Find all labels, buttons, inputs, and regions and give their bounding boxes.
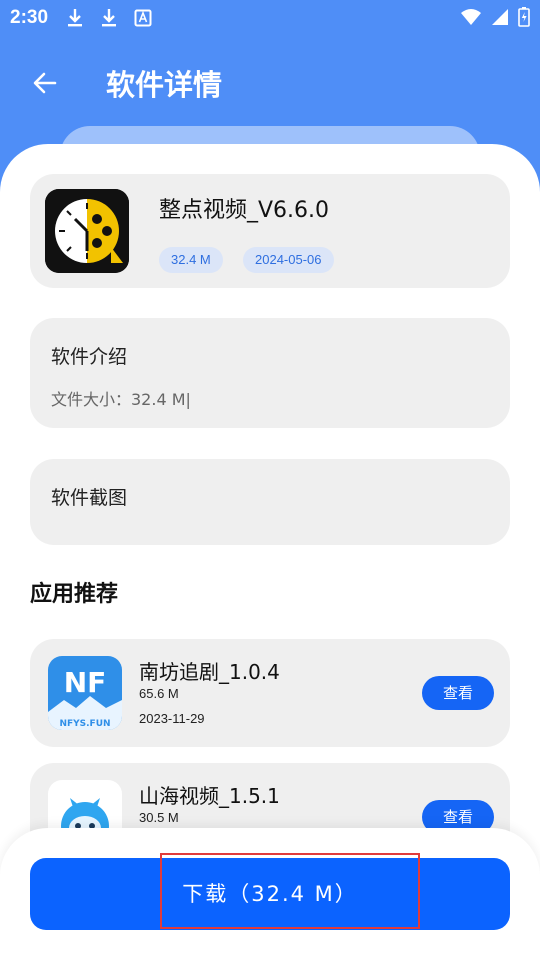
rec-date: 2023-11-29: [139, 711, 205, 726]
size-badge: 32.4 M: [159, 247, 223, 273]
date-badge: 2024-05-06: [243, 247, 334, 273]
signal-icon: [492, 9, 508, 25]
rec-size: 30.5 M: [139, 810, 179, 825]
download-button[interactable]: 下载（32.4 M）: [30, 858, 510, 930]
arrow-left-icon: [33, 72, 57, 94]
status-time: 2:30: [10, 7, 49, 28]
screenshots-card: 软件截图: [30, 459, 510, 545]
logo-text: NF: [64, 666, 107, 699]
download-icon: [68, 9, 83, 27]
bottom-panel: 下载（32.4 M）: [0, 828, 540, 960]
clock-film-icon: [45, 189, 129, 273]
list-item: NF NFYS.FUN 南坊追剧_1.0.4 65.6 M 2023-11-29…: [30, 639, 510, 747]
intro-text: 文件大小：32.4 M|: [51, 390, 191, 409]
page-title: 软件详情: [106, 68, 223, 102]
notification-icons: [66, 8, 152, 28]
rec-name: 山海视频_1.5.1: [139, 784, 280, 808]
intro-card: 软件介绍 文件大小：32.4 M|: [30, 318, 510, 428]
wifi-icon: [461, 9, 481, 25]
status-bar: 2:30: [0, 0, 540, 36]
app-logo: NF NFYS.FUN: [48, 656, 122, 730]
system-icons: [460, 7, 530, 27]
app-info-card: 整点视频_V6.6.0 32.4 M 2024-05-06: [30, 174, 510, 288]
rec-name: 南坊追剧_1.0.4: [139, 660, 280, 684]
rec-size: 65.6 M: [139, 686, 179, 701]
screenshots-title: 软件截图: [51, 487, 128, 509]
recommend-title: 应用推荐: [30, 582, 119, 607]
app-name: 整点视频_V6.6.0: [159, 198, 330, 223]
view-button[interactable]: 查看: [422, 676, 494, 710]
battery-icon: [518, 7, 530, 27]
logo-subtext: NFYS.FUN: [59, 719, 110, 729]
intro-title: 软件介绍: [51, 346, 128, 368]
download-icon: [102, 9, 117, 27]
app-bar: 软件详情: [0, 52, 540, 112]
nf-logo-icon: NF NFYS.FUN: [48, 656, 122, 730]
text-icon: [134, 9, 152, 27]
app-logo: [45, 189, 129, 273]
back-button[interactable]: [28, 66, 62, 100]
